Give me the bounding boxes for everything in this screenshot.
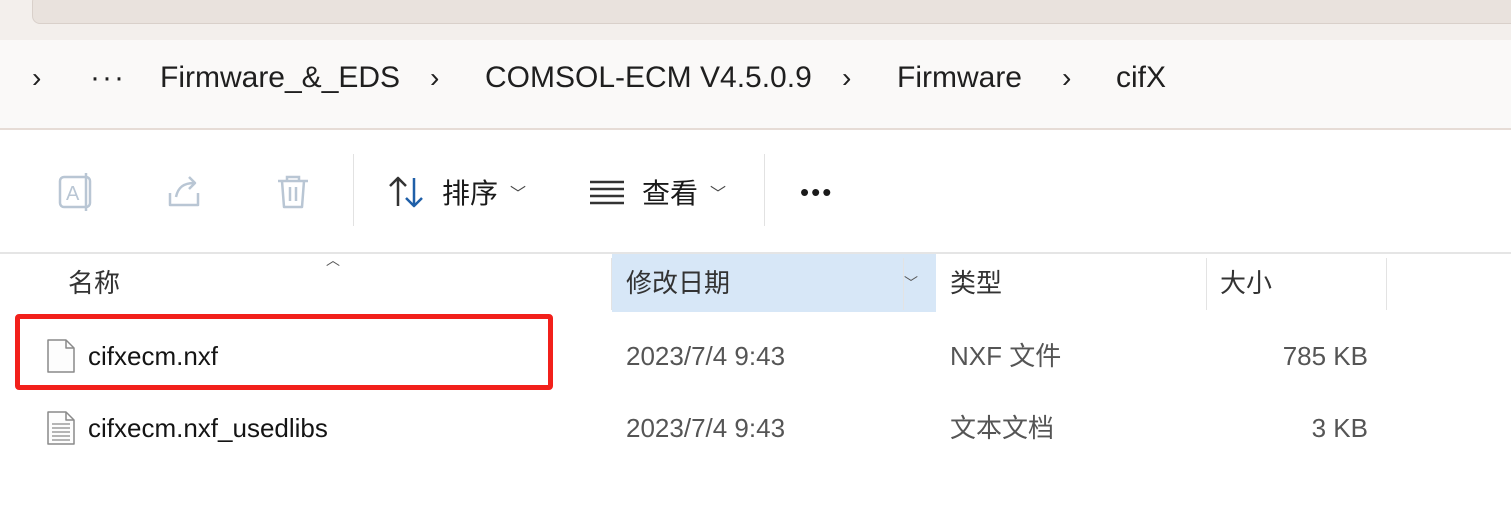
toolbar-divider (353, 154, 354, 226)
sort-label: 排序 (442, 178, 499, 209)
breadcrumb-item-cifx[interactable]: cifX (1116, 58, 1166, 98)
file-name: cifxecm.nxf_usedlibs (88, 413, 328, 443)
column-header-name[interactable]: 名称 (54, 254, 610, 312)
file-row-cifxecm-nxf-usedlibs[interactable]: cifxecm.nxf_usedlibs 2023/7/4 9:43 文本文档 … (0, 398, 1511, 458)
text-document-icon (47, 411, 75, 445)
file-date: 2023/7/4 9:43 (626, 413, 786, 443)
column-header-type[interactable]: 类型 (936, 254, 1206, 312)
column-header-row: 名称 修改日期 ﹀ 类型 大小 (0, 254, 1511, 312)
column-header-size[interactable]: 大小 (1206, 254, 1386, 312)
column-divider[interactable] (1386, 258, 1387, 310)
share-icon (168, 176, 200, 207)
sort-button[interactable]: 排序 ﹀ (386, 160, 526, 224)
sort-icon (389, 176, 423, 208)
breadcrumb: › ··· Firmware_&_EDS › COMSOL-ECM V4.5.0… (0, 40, 1511, 130)
address-tab-edge (32, 0, 1511, 24)
breadcrumb-separator-chevron-icon[interactable]: › (1062, 58, 1071, 98)
breadcrumb-separator-chevron-icon[interactable]: › (430, 58, 439, 98)
breadcrumb-expand-chevron-icon[interactable]: › (32, 58, 41, 98)
breadcrumb-item-firmware[interactable]: Firmware (897, 58, 1022, 98)
title-bar-strip (0, 0, 1511, 40)
svg-text:A: A (66, 183, 80, 205)
file-type: 文本文档 (950, 413, 1055, 443)
rename-icon: A (58, 173, 92, 211)
more-options-button[interactable]: ••• (800, 160, 833, 224)
view-list-icon (590, 180, 624, 205)
breadcrumb-overflow-button[interactable]: ··· (90, 58, 126, 98)
column-header-date-label: 修改日期 (626, 268, 731, 298)
rename-button[interactable]: A (56, 160, 98, 224)
chevron-down-icon: ﹀ (510, 186, 527, 203)
chevron-down-icon: ﹀ (710, 186, 727, 203)
file-size: 785 KB (1282, 341, 1368, 371)
file-size: 3 KB (1311, 413, 1368, 443)
toolbar-divider (764, 154, 765, 226)
delete-button[interactable] (272, 160, 314, 224)
annotation-highlight-box (15, 314, 553, 390)
file-type: NXF 文件 (950, 341, 1062, 371)
delete-icon (278, 175, 308, 209)
column-header-date[interactable]: 修改日期 ﹀ (612, 254, 936, 312)
view-label: 查看 (642, 178, 699, 209)
breadcrumb-item-comsol-ecm[interactable]: COMSOL-ECM V4.5.0.9 (485, 58, 812, 98)
more-icon: ••• (800, 176, 834, 207)
file-date: 2023/7/4 9:43 (626, 341, 786, 371)
column-divider[interactable] (903, 258, 904, 310)
view-button[interactable]: 查看 ﹀ (588, 160, 726, 224)
breadcrumb-separator-chevron-icon[interactable]: › (842, 58, 851, 98)
command-bar: A 排序 ﹀ 查看 ﹀ ••• (0, 130, 1511, 254)
column-dropdown-chevron-icon[interactable]: ﹀ (904, 254, 918, 312)
breadcrumb-item-firmware-eds[interactable]: Firmware_&_EDS (160, 58, 400, 98)
share-button[interactable] (164, 160, 206, 224)
